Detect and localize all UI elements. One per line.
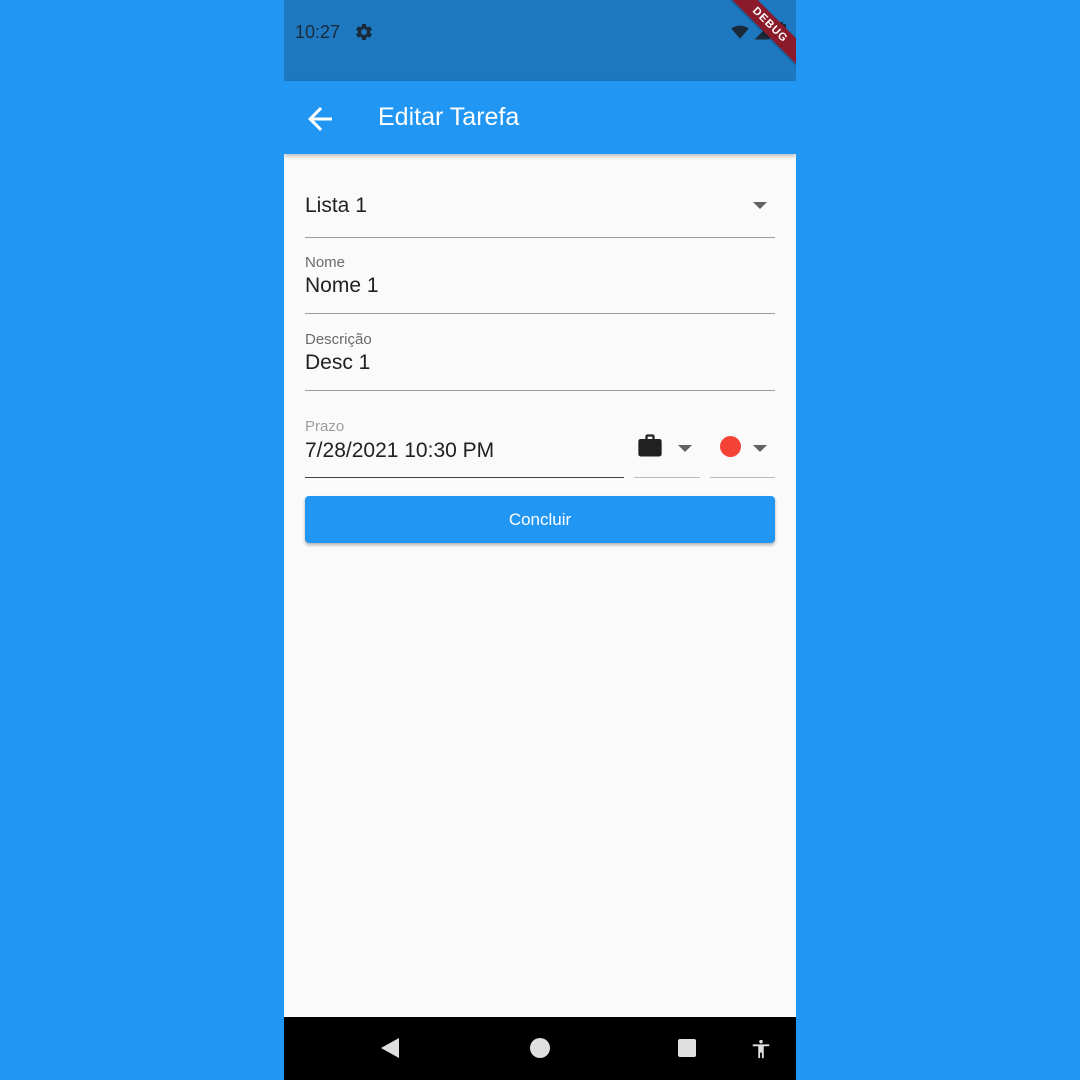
status-bar: 10:27 DEBUG bbox=[284, 0, 796, 81]
prazo-label: Prazo bbox=[305, 418, 345, 435]
settings-gear-icon bbox=[356, 23, 372, 40]
nav-back-icon[interactable] bbox=[381, 1038, 399, 1058]
prazo-value: 7/28/2021 10:30 PM bbox=[305, 439, 495, 462]
icon-dropdown[interactable] bbox=[634, 430, 700, 478]
dropdown-caret-icon bbox=[753, 445, 767, 452]
concluir-button[interactable]: Concluir bbox=[305, 496, 775, 543]
nav-home-icon[interactable] bbox=[530, 1038, 550, 1058]
selected-color-swatch bbox=[720, 436, 741, 457]
nome-field[interactable]: Nome Nome 1 bbox=[305, 250, 775, 314]
nome-label: Nome bbox=[305, 254, 346, 271]
briefcase-icon bbox=[638, 434, 662, 457]
descricao-label: Descrição bbox=[305, 331, 372, 348]
status-time: 10:27 bbox=[295, 22, 341, 42]
page-title: Editar Tarefa bbox=[378, 103, 520, 131]
descricao-field[interactable]: Descrição Desc 1 bbox=[305, 327, 775, 391]
nav-recents-icon[interactable] bbox=[678, 1039, 696, 1057]
accessibility-icon[interactable] bbox=[750, 1036, 772, 1062]
wifi-icon bbox=[731, 25, 749, 39]
nome-value: Nome 1 bbox=[305, 274, 379, 297]
color-dropdown[interactable] bbox=[710, 430, 775, 478]
descricao-value: Desc 1 bbox=[305, 351, 371, 374]
dropdown-caret-icon bbox=[753, 202, 767, 209]
back-arrow-icon[interactable] bbox=[302, 101, 338, 137]
list-dropdown-value: Lista 1 bbox=[305, 194, 367, 217]
list-dropdown[interactable]: Lista 1 bbox=[305, 154, 775, 238]
app-bar: Editar Tarefa bbox=[284, 81, 796, 154]
phone-screen: 10:27 DEBUG Editar Tarefa Lista 1 Nome N… bbox=[284, 0, 796, 1080]
prazo-field[interactable]: Prazo 7/28/2021 10:30 PM bbox=[305, 415, 624, 478]
dropdown-caret-icon bbox=[678, 445, 692, 452]
system-nav-bar bbox=[284, 1017, 796, 1080]
